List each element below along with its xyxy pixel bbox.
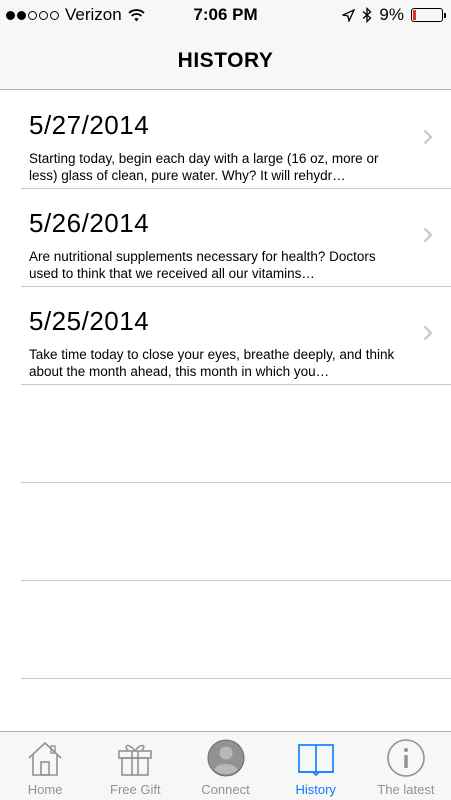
book-icon [297,744,334,777]
history-row[interactable]: 5/26/2014 Are nutritional supplements ne… [21,189,451,287]
history-row[interactable]: 5/27/2014 Starting today, begin each day… [21,91,451,189]
entry-preview: Take time today to close your eyes, brea… [29,347,395,379]
info-icon [387,739,425,777]
tab-bar: Home Free Gift Connect History The lates… [0,731,451,800]
chevron-right-icon [423,325,433,341]
gift-icon [118,744,153,776]
tab-home[interactable]: Home [0,732,90,800]
chevron-right-icon [423,129,433,145]
entry-date: 5/27/2014 [29,110,150,140]
bluetooth-icon [362,7,372,23]
page-title: HISTORY [177,48,274,72]
chevron-right-icon [423,227,433,243]
house-icon [28,741,62,776]
entry-date: 5/25/2014 [29,306,150,336]
status-right: 9% [342,5,446,25]
history-list: 5/27/2014 Starting today, begin each day… [0,91,451,731]
location-icon [342,8,356,22]
empty-row [21,385,451,483]
empty-row [21,483,451,581]
tab-label: The latest [377,782,435,797]
tab-history[interactable]: History [271,732,361,800]
battery-icon [411,8,446,22]
empty-row [21,581,451,679]
tab-free-gift[interactable]: Free Gift [90,732,180,800]
tab-connect[interactable]: Connect [180,732,270,800]
tab-label: Connect [201,782,250,797]
entry-date: 5/26/2014 [29,208,150,238]
tab-label: Free Gift [110,782,161,797]
history-row[interactable]: 5/25/2014 Take time today to close your … [21,287,451,385]
tab-label: Home [27,782,63,797]
battery-percent: 9% [379,5,404,24]
tab-the-latest[interactable]: The latest [361,732,451,800]
person-icon [207,739,244,777]
battery-level [413,10,416,20]
tab-label: History [295,782,336,797]
entry-preview: Are nutritional supplements necessary fo… [29,249,376,281]
entry-preview: Starting today, begin each day with a la… [29,151,379,183]
status-bar: Verizon 7:06 PM 9% [0,0,451,30]
navigation-bar: HISTORY [0,30,451,90]
